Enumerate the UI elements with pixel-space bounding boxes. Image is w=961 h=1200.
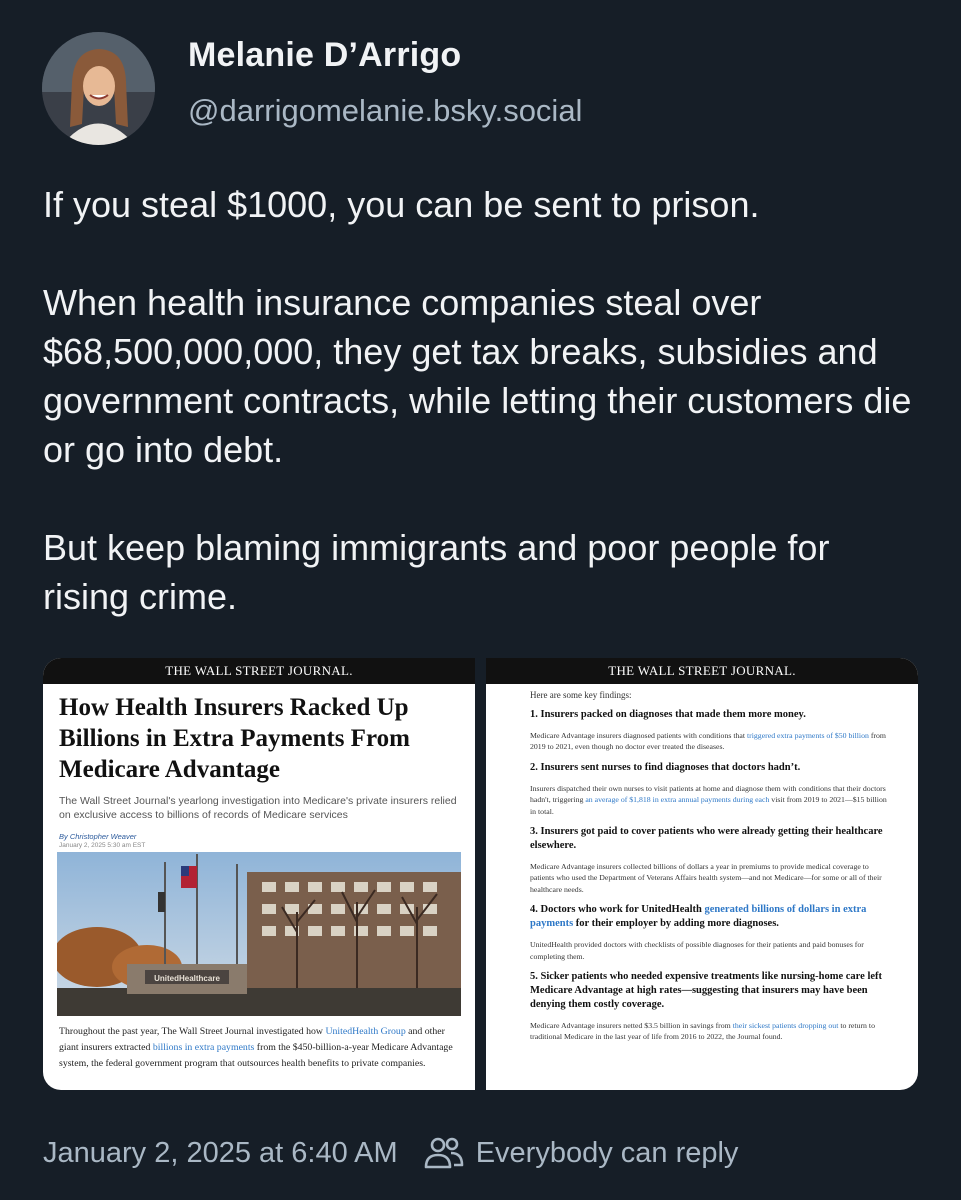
post-meta: January 2, 2025 at 6:40 AM Everybody can…	[43, 1136, 738, 1170]
finding-body: Insurers dispatched their own nurses to …	[530, 783, 887, 816]
author-handle[interactable]: @darrigomelanie.bsky.social	[188, 93, 582, 129]
finding-body: Medicare Advantage insurers diagnosed pa…	[530, 731, 886, 752]
people-icon	[424, 1136, 464, 1170]
finding-title: 2. Insurers sent nurses to find diagnose…	[530, 761, 801, 773]
author-name[interactable]: Melanie D’Arrigo	[188, 36, 461, 75]
finding-title: 5. Sicker patients who needed expensive …	[530, 971, 883, 1011]
article-headline: How Health Insurers Racked Up Billions i…	[59, 694, 410, 783]
findings-intro: Here are some key findings:	[530, 690, 632, 700]
post-text: If you steal $1000, you can be sent to p…	[43, 180, 923, 621]
post-timestamp[interactable]: January 2, 2025 at 6:40 AM	[43, 1137, 398, 1170]
finding-body: Medicare Advantage insurers netted $3.5 …	[530, 1021, 875, 1042]
finding-body: Medicare Advantage insurers collected bi…	[530, 862, 882, 894]
article-image-left[interactable]: THE WALL STREET JOURNAL. How Health Insu…	[43, 658, 475, 1090]
finding-title: 1. Insurers packed on diagnoses that mad…	[530, 709, 806, 720]
article-image-right[interactable]: THE WALL STREET JOURNAL. Here are some k…	[486, 658, 918, 1090]
finding-title: 4. Doctors who work for UnitedHealth gen…	[530, 904, 867, 930]
finding-body: UnitedHealth provided doctors with check…	[530, 940, 864, 961]
avatar-photo	[42, 32, 155, 145]
post-paragraph: If you steal $1000, you can be sent to p…	[43, 184, 760, 225]
caption-link-unitedhealth[interactable]: UnitedHealth Group	[325, 1026, 405, 1037]
article-byline: By Christopher Weaver	[59, 832, 137, 841]
wsj-masthead: THE WALL STREET JOURNAL.	[43, 658, 475, 684]
post-paragraph: But keep blaming immigrants and poor peo…	[43, 527, 830, 617]
article-dateline: January 2, 2025 5:30 am EST	[59, 842, 146, 849]
article-dek: The Wall Street Journal's yearlong inves…	[59, 795, 457, 821]
sign-text: UnitedHealthcare	[154, 974, 220, 983]
article-photo: UnitedHealthcare	[57, 852, 461, 1016]
wsj-masthead: THE WALL STREET JOURNAL.	[486, 658, 918, 684]
author-avatar[interactable]	[42, 32, 155, 145]
reply-setting[interactable]: Everybody can reply	[476, 1137, 739, 1170]
finding-title: 3. Insurers got paid to cover patients w…	[530, 826, 883, 852]
article-caption: Throughout the past year, The Wall Stree…	[59, 1026, 453, 1069]
caption-link-billions[interactable]: billions in extra payments	[153, 1042, 255, 1053]
post-paragraph: When health insurance companies steal ov…	[43, 282, 912, 470]
key-findings: Here are some key findings: 1. Insurers …	[486, 684, 918, 1043]
